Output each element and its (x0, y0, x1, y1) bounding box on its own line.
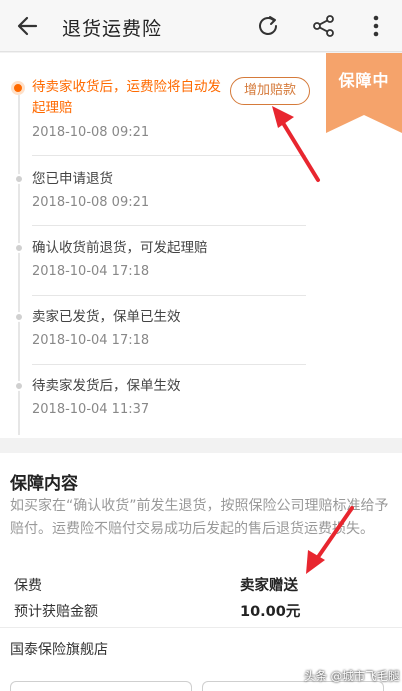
refresh-icon[interactable] (254, 12, 282, 40)
premium-value: 卖家赠送 (240, 578, 298, 594)
coverage-description: 如买家在“确认收货”前发生退货，按照保险公司理赔标准给予赔付。运费险不赔付交易成… (10, 498, 389, 537)
share-icon[interactable] (310, 12, 338, 40)
claim-amount-value: 10.00元 (240, 604, 301, 620)
timeline-text: 确认收货前退货，可发起理赔 (32, 240, 208, 256)
timeline-time: 2018-10-08 09:21 (32, 195, 150, 210)
timeline-text: 待卖家收货后，运费险将自动发起理赔 (32, 79, 221, 116)
timeline-text: 您已申请退货 (32, 171, 113, 187)
timeline-divider (32, 225, 306, 226)
timeline-time: 2018-10-04 17:18 (32, 333, 150, 348)
timeline-dot-active (11, 81, 25, 95)
timeline-divider (32, 295, 306, 296)
timeline-dot (14, 243, 24, 253)
timeline-dot (14, 381, 24, 391)
bottom-button-left[interactable] (10, 681, 192, 691)
coverage-divider (0, 627, 402, 628)
watermark: 头条 @城市飞毛腿 (304, 669, 400, 683)
timeline-divider (32, 155, 306, 156)
coverage-title: 保障内容 (10, 474, 78, 494)
coverage-section: 保障内容 如买家在“确认收货”前发生退货，按照保险公司理赔标准给予赔付。运费险不… (0, 453, 402, 691)
premium-label: 保费 (14, 578, 42, 594)
timeline-time: 2018-10-08 09:21 (32, 125, 150, 140)
claim-amount-label: 预计获赔金额 (14, 604, 98, 620)
page-title: 退货运费险 (62, 18, 163, 40)
timeline-text: 卖家已发货，保单已生效 (32, 309, 181, 325)
back-arrow-icon[interactable] (14, 12, 42, 40)
top-bar: 退货运费险 (0, 0, 402, 52)
timeline-card: 保障中 待卖家收货后，运费险将自动发起理赔 2018-10-08 09:21 增… (0, 53, 402, 438)
timeline-text: 待卖家发货后，保单生效 (32, 378, 181, 394)
timeline-dot (14, 312, 24, 322)
timeline-time: 2018-10-04 11:37 (32, 402, 150, 417)
timeline-dot (14, 174, 24, 184)
timeline-time: 2018-10-04 17:18 (32, 264, 150, 279)
add-claim-button[interactable]: 增加赔款 (230, 77, 310, 105)
status-ribbon (326, 53, 402, 133)
timeline-divider (32, 364, 306, 365)
more-vertical-icon[interactable] (364, 12, 388, 40)
status-ribbon-label: 保障中 (338, 71, 390, 90)
insurer-shop-link[interactable]: 国泰保险旗舰店 (10, 639, 108, 659)
